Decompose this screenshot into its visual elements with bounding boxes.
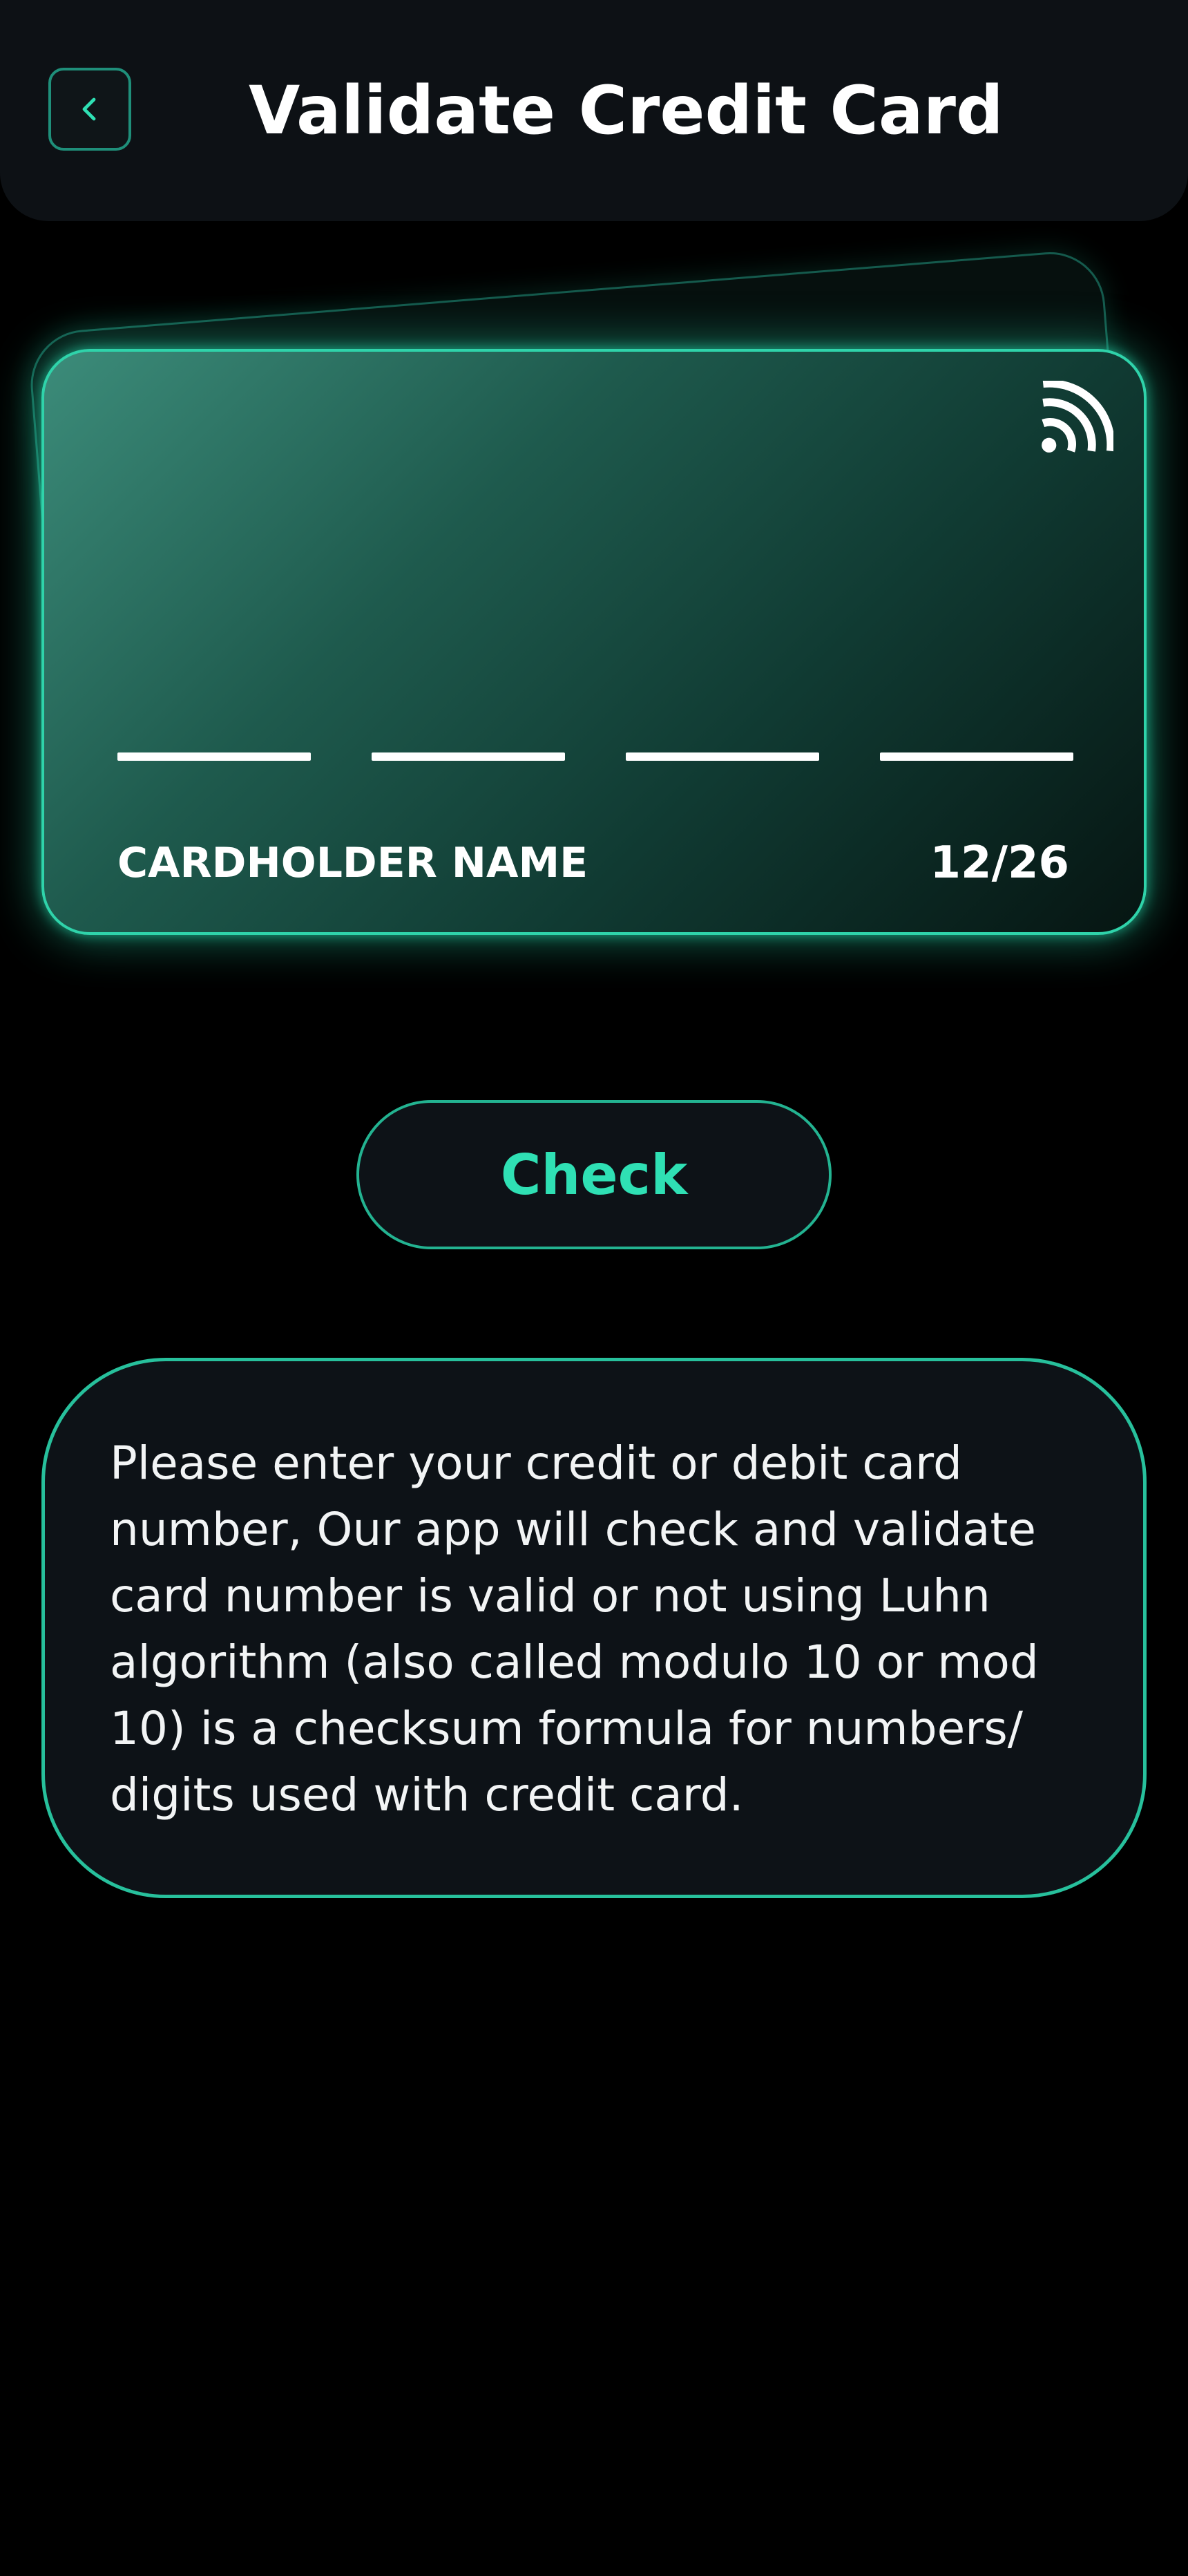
- chevron-left-icon: [82, 97, 96, 121]
- credit-card-preview: CARDHOLDER NAME 12/26: [41, 349, 1147, 935]
- card-number-group-1: [117, 752, 311, 761]
- cardholder-name: CARDHOLDER NAME: [117, 839, 588, 887]
- info-text: Please enter your credit or debit card n…: [110, 1437, 1039, 1821]
- contactless-icon: [1042, 381, 1113, 453]
- card-number-group-4: [880, 752, 1073, 761]
- card-expiry: 12/26: [930, 837, 1070, 889]
- page-title: Validate Credit Card: [249, 72, 1004, 149]
- info-panel: Please enter your credit or debit card n…: [41, 1358, 1147, 1898]
- card-number-group-2: [372, 752, 565, 761]
- top-app-bar: Validate Credit Card: [0, 0, 1188, 221]
- back-button[interactable]: [48, 68, 131, 151]
- card-number-group-3: [626, 752, 819, 761]
- check-button[interactable]: Check: [356, 1100, 832, 1249]
